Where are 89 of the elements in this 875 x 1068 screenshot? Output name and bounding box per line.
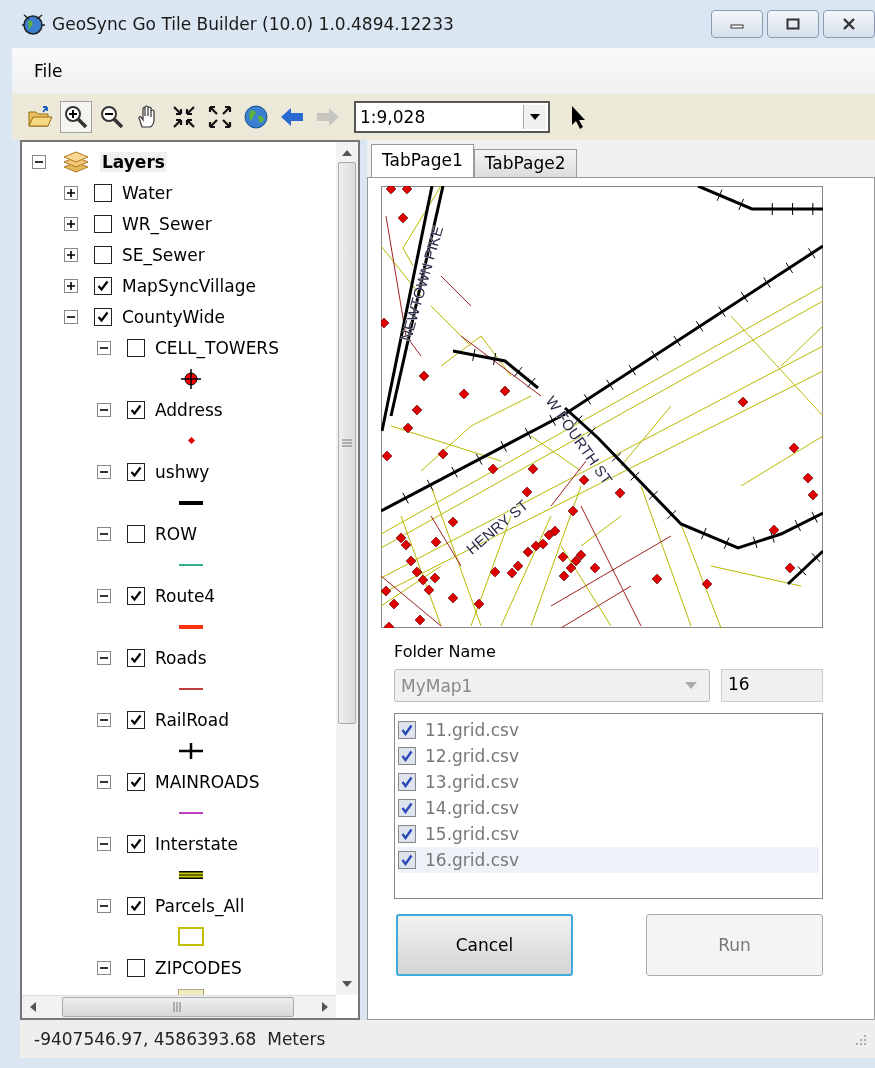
maximize-button[interactable] — [767, 10, 819, 38]
vertical-scrollbar[interactable] — [336, 142, 358, 995]
layer-checkbox[interactable] — [127, 524, 145, 543]
layer-checkbox[interactable] — [94, 276, 112, 295]
layer-name[interactable]: ROW — [155, 523, 197, 544]
layer-checkbox[interactable] — [127, 586, 145, 605]
layer-name[interactable]: RailRoad — [155, 709, 229, 730]
layer-checkbox[interactable] — [94, 214, 112, 233]
layer-checkbox[interactable] — [127, 772, 145, 791]
file-checkbox[interactable] — [398, 773, 416, 791]
cancel-button[interactable]: Cancel — [396, 914, 573, 976]
tab[interactable]: TabPage2 — [473, 149, 577, 177]
layer-name[interactable]: CELL_TOWERS — [155, 337, 279, 358]
collapse-toggle[interactable] — [97, 836, 111, 851]
file-checkbox[interactable] — [398, 825, 416, 843]
layer-name[interactable]: ZIPCODES — [155, 957, 242, 978]
layer-checkbox[interactable] — [127, 338, 145, 357]
layer-checkbox[interactable] — [127, 958, 145, 977]
collapse-toggle[interactable] — [97, 650, 111, 665]
collapse-toggle[interactable] — [97, 588, 111, 603]
layer-name[interactable]: MapSyncVillage — [122, 275, 256, 296]
collapse-toggle[interactable] — [97, 898, 111, 913]
collapse-toggle[interactable] — [64, 309, 78, 324]
layer-name[interactable]: Parcels_All — [155, 895, 245, 916]
menu-item[interactable]: File — [34, 61, 63, 81]
layer-name[interactable]: ushwy — [155, 461, 210, 482]
layer-name[interactable]: SE_Sewer — [122, 244, 205, 265]
expand-toggle[interactable] — [64, 247, 78, 262]
file-checkbox[interactable] — [398, 747, 416, 765]
layer-name[interactable]: Address — [155, 399, 223, 420]
layers-stack-icon — [62, 149, 90, 174]
coordinates-readout: -9407546.97, 4586393.68 Meters — [34, 1029, 326, 1049]
scroll-down-arrow-icon[interactable] — [342, 981, 352, 987]
file-list-item[interactable]: 13.grid.csv — [398, 769, 819, 795]
layer-name[interactable]: MAINROADS — [155, 771, 260, 792]
layer-checkbox[interactable] — [94, 245, 112, 264]
grip-icon — [173, 1002, 183, 1012]
scroll-left-arrow-icon[interactable] — [30, 1002, 36, 1012]
collapse-toggle[interactable] — [32, 154, 46, 169]
tree-root-label[interactable]: Layers — [100, 151, 167, 172]
zoom-in-tool-icon[interactable] — [60, 101, 92, 133]
grip-icon — [342, 439, 352, 447]
collapse-toggle[interactable] — [97, 774, 111, 789]
file-checkbox[interactable] — [398, 799, 416, 817]
file-list-item[interactable]: 15.grid.csv — [398, 821, 819, 847]
folder-name-label: Folder Name — [394, 642, 496, 661]
collapse-toggle[interactable] — [97, 960, 111, 975]
layer-name[interactable]: WR_Sewer — [122, 213, 212, 234]
layer-checkbox[interactable] — [127, 648, 145, 667]
layer-checkbox[interactable] — [127, 834, 145, 853]
layer-name[interactable]: Route4 — [155, 585, 216, 606]
collapse-toggle[interactable] — [97, 712, 111, 727]
file-checkbox[interactable] — [398, 851, 416, 869]
layer-name[interactable]: Water — [122, 182, 173, 203]
maximize-icon — [785, 18, 801, 30]
window-title: GeoSync Go Tile Builder (10.0) 1.0.4894.12233 — [52, 14, 454, 34]
scale-combo[interactable]: 1:9,028 — [354, 101, 550, 133]
layer-checkbox[interactable] — [127, 710, 145, 729]
layer-checkbox[interactable] — [94, 307, 112, 326]
collapse-toggle[interactable] — [97, 402, 111, 417]
resize-grip-icon — [853, 1032, 867, 1046]
expand-toggle[interactable] — [64, 216, 78, 231]
tab[interactable]: TabPage1 — [371, 144, 474, 177]
expand-toggle[interactable] — [64, 278, 78, 293]
close-button[interactable] — [823, 10, 875, 38]
close-icon — [841, 18, 857, 30]
collapse-toggle[interactable] — [97, 464, 111, 479]
layer-name[interactable]: Roads — [155, 647, 207, 668]
globe-bug-icon — [20, 11, 46, 37]
file-list-item[interactable]: 14.grid.csv — [398, 795, 819, 821]
file-list-item[interactable]: 11.grid.csv — [398, 717, 819, 743]
dropdown-arrow-icon — [530, 114, 540, 120]
count-field[interactable]: 16 — [721, 669, 823, 702]
layer-checkbox[interactable] — [127, 896, 145, 915]
scroll-up-arrow-icon[interactable] — [342, 150, 352, 156]
expand-toggle[interactable] — [64, 185, 78, 200]
collapse-toggle[interactable] — [97, 526, 111, 541]
layer-name[interactable]: Interstate — [155, 833, 238, 854]
scroll-right-arrow-icon[interactable] — [322, 1002, 328, 1012]
dropdown-arrow-icon — [685, 682, 697, 689]
file-list-item[interactable]: 16.grid.csv — [398, 847, 819, 873]
layer-checkbox[interactable] — [127, 462, 145, 481]
horizontal-scrollbar[interactable] — [22, 995, 336, 1018]
layer-checkbox[interactable] — [94, 183, 112, 202]
file-list-item[interactable]: 12.grid.csv — [398, 743, 819, 769]
layer-name[interactable]: CountyWide — [122, 306, 225, 327]
collapse-toggle[interactable] — [97, 340, 111, 355]
layer-checkbox[interactable] — [127, 400, 145, 419]
file-checkbox[interactable] — [398, 721, 416, 739]
